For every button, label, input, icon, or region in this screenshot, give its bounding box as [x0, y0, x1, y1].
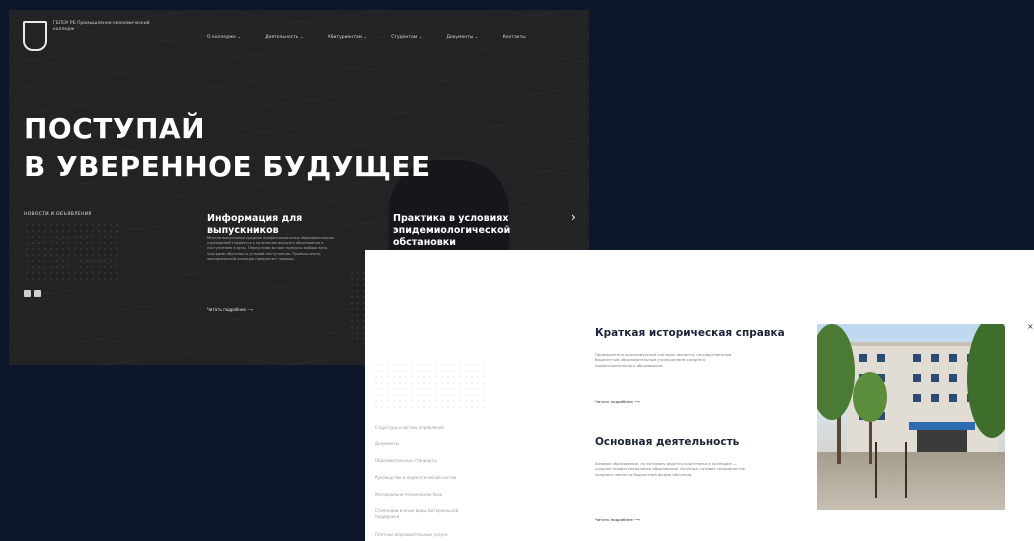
entrance-canopy: [909, 422, 975, 430]
read-more-link[interactable]: Читать подробнее ⟶: [595, 517, 640, 522]
building-window: [931, 354, 939, 362]
news-card-title[interactable]: Практика в условиях эпидемиологической о…: [393, 213, 563, 249]
sidebar-item[interactable]: Руководство и педагогический состав: [375, 475, 485, 481]
read-more-link[interactable]: Читать подробнее ⟶: [595, 399, 640, 404]
section-title-history: Краткая историческая справка: [595, 327, 785, 339]
about-page-screen: Структура и органы управления Документы …: [365, 250, 1034, 541]
building-window: [949, 394, 957, 402]
main-nav: О колледже ⌄ Деятельность ⌄ Абитуриентам…: [207, 35, 550, 40]
section-title-activity: Основная деятельность: [595, 436, 740, 448]
building-window: [877, 354, 885, 362]
sidebar-item[interactable]: Стипендии и иные виды материальной подде…: [375, 508, 465, 519]
instagram-icon[interactable]: [34, 290, 41, 297]
college-logo-icon[interactable]: [23, 21, 47, 51]
nav-item-applicants[interactable]: Абитуриентам ⌄: [328, 35, 368, 40]
building-window: [859, 354, 867, 362]
nav-item-contacts[interactable]: Контакты: [503, 35, 526, 40]
hero-title-line-2: В УВЕРЕННОЕ БУДУЩЕЕ: [24, 150, 431, 183]
nav-item-students[interactable]: Студентам ⌄: [391, 35, 422, 40]
entrance-railing: [875, 442, 907, 498]
tree: [853, 372, 887, 422]
news-section-label[interactable]: НОВОСТИ И ОБЪЯВЛЕНИЯ: [24, 212, 92, 217]
facebook-icon[interactable]: [24, 290, 31, 297]
building-window: [949, 354, 957, 362]
nav-item-activity[interactable]: Деятельность ⌄: [265, 35, 304, 40]
nav-item-about[interactable]: О колледже ⌄: [207, 35, 241, 40]
building-window: [949, 374, 957, 382]
building-window: [913, 354, 921, 362]
building-window: [913, 394, 921, 402]
section-text-activity: Базовое образование, по которому ведется…: [595, 461, 745, 477]
section-text-history: Промышленно-экономический колледж являет…: [595, 352, 732, 368]
close-icon[interactable]: ×: [1027, 322, 1034, 331]
sidebar-item[interactable]: Документы: [375, 441, 485, 447]
hero-title: ПОСТУПАЙ В УВЕРЕННОЕ БУДУЩЕЕ: [24, 110, 431, 186]
entrance-door: [917, 430, 967, 452]
building-window: [931, 374, 939, 382]
ground: [817, 452, 1005, 510]
next-slide-icon[interactable]: ›: [571, 210, 576, 224]
read-more-link[interactable]: Читать подробнее ⟶: [207, 307, 253, 312]
building-window: [931, 394, 939, 402]
news-card-text: Многие выпускники средних профессиональн…: [207, 236, 335, 261]
sidebar-item[interactable]: Платные образовательные услуги: [375, 532, 485, 538]
news-card-title[interactable]: Информация для выпускников: [207, 213, 377, 237]
hero-title-line-1: ПОСТУПАЙ: [24, 112, 206, 145]
dot-pattern: [24, 222, 119, 282]
social-links: [24, 290, 41, 297]
sidebar-item[interactable]: Структура и органы управления: [375, 425, 485, 431]
dot-pattern: [373, 362, 485, 408]
building-window: [913, 374, 921, 382]
logo-text[interactable]: ГБПОУ РБ Промышленно-экономический колле…: [53, 21, 163, 33]
nav-item-documents[interactable]: Документы ⌄: [446, 35, 478, 40]
college-building-photo: [817, 324, 1005, 510]
sidebar-item[interactable]: Материально-техническая база: [375, 492, 485, 498]
sidebar-item[interactable]: Образовательные стандарты: [375, 458, 485, 464]
